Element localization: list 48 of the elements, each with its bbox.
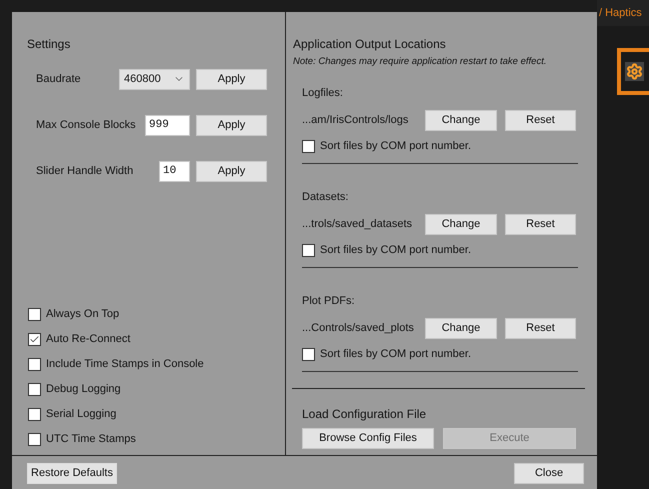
checkbox[interactable]	[302, 244, 315, 256]
checkbox[interactable]	[302, 140, 315, 152]
checkbox[interactable]	[28, 308, 41, 320]
checkbox[interactable]	[28, 408, 41, 420]
location-label: Logfiles:	[302, 86, 343, 100]
restart-note: Note: Changes may require application restart to take effect.	[293, 55, 546, 68]
checkbox[interactable]	[28, 382, 41, 396]
section-title: Settings	[27, 37, 70, 52]
checkbox-label: Sort files by COM port number.	[320, 346, 471, 362]
baudrate-dropdown[interactable]: 460800	[119, 68, 190, 90]
checkbox[interactable]	[28, 332, 41, 346]
change-button[interactable]: Change	[425, 318, 497, 339]
path-text: ...am/IrisControls/logs	[302, 113, 410, 128]
checkbox-label: Debug Logging	[46, 382, 121, 397]
setting-label: Slider Handle Width	[36, 164, 134, 179]
location-label: Datasets:	[302, 190, 348, 204]
checkbox-label: UTC Time Stamps	[46, 432, 136, 447]
setting-label: Max Console Blocks	[36, 118, 136, 133]
close-button[interactable]: Close	[514, 463, 584, 484]
breadcrumb: / Haptics	[599, 6, 642, 21]
browse-button[interactable]: Browse Config Files	[302, 428, 434, 449]
change-button[interactable]: Change	[425, 110, 497, 131]
path-text: ...Controls/saved_plots	[302, 321, 415, 336]
apply-button[interactable]: Apply	[196, 114, 267, 136]
config-title: Load Configuration File	[302, 407, 426, 422]
checkbox-label: Sort files by COM port number.	[320, 242, 471, 258]
checkbox-label: Serial Logging	[46, 406, 116, 422]
apply-button[interactable]: Apply	[196, 160, 267, 182]
setting-label: Baudrate	[36, 72, 81, 87]
checkbox-label: Always On Top	[46, 306, 120, 322]
checkbox-label: Auto Re-Connect	[46, 332, 130, 347]
settings-icon[interactable]	[625, 62, 644, 81]
checkbox[interactable]	[28, 358, 41, 370]
reset-button[interactable]: Reset	[505, 318, 576, 339]
restore-defaults-button[interactable]: Restore Defaults	[27, 463, 117, 484]
change-button[interactable]: Change	[425, 214, 497, 235]
number-field[interactable]: 999	[145, 114, 190, 136]
location-label: Plot PDFs:	[302, 294, 355, 308]
checkbox-label: Include Time Stamps in Console	[46, 356, 204, 372]
checkbox-label: Sort files by COM port number.	[320, 138, 471, 154]
section-title: Application Output Locations	[293, 37, 446, 52]
reset-button[interactable]: Reset	[505, 214, 576, 235]
path-text: ...trols/saved_datasets	[302, 217, 414, 232]
checkbox[interactable]	[302, 348, 315, 360]
apply-button[interactable]: Apply	[196, 68, 267, 90]
checkbox[interactable]	[28, 432, 41, 446]
reset-button[interactable]: Reset	[505, 110, 576, 131]
number-field[interactable]: 10	[159, 160, 190, 182]
